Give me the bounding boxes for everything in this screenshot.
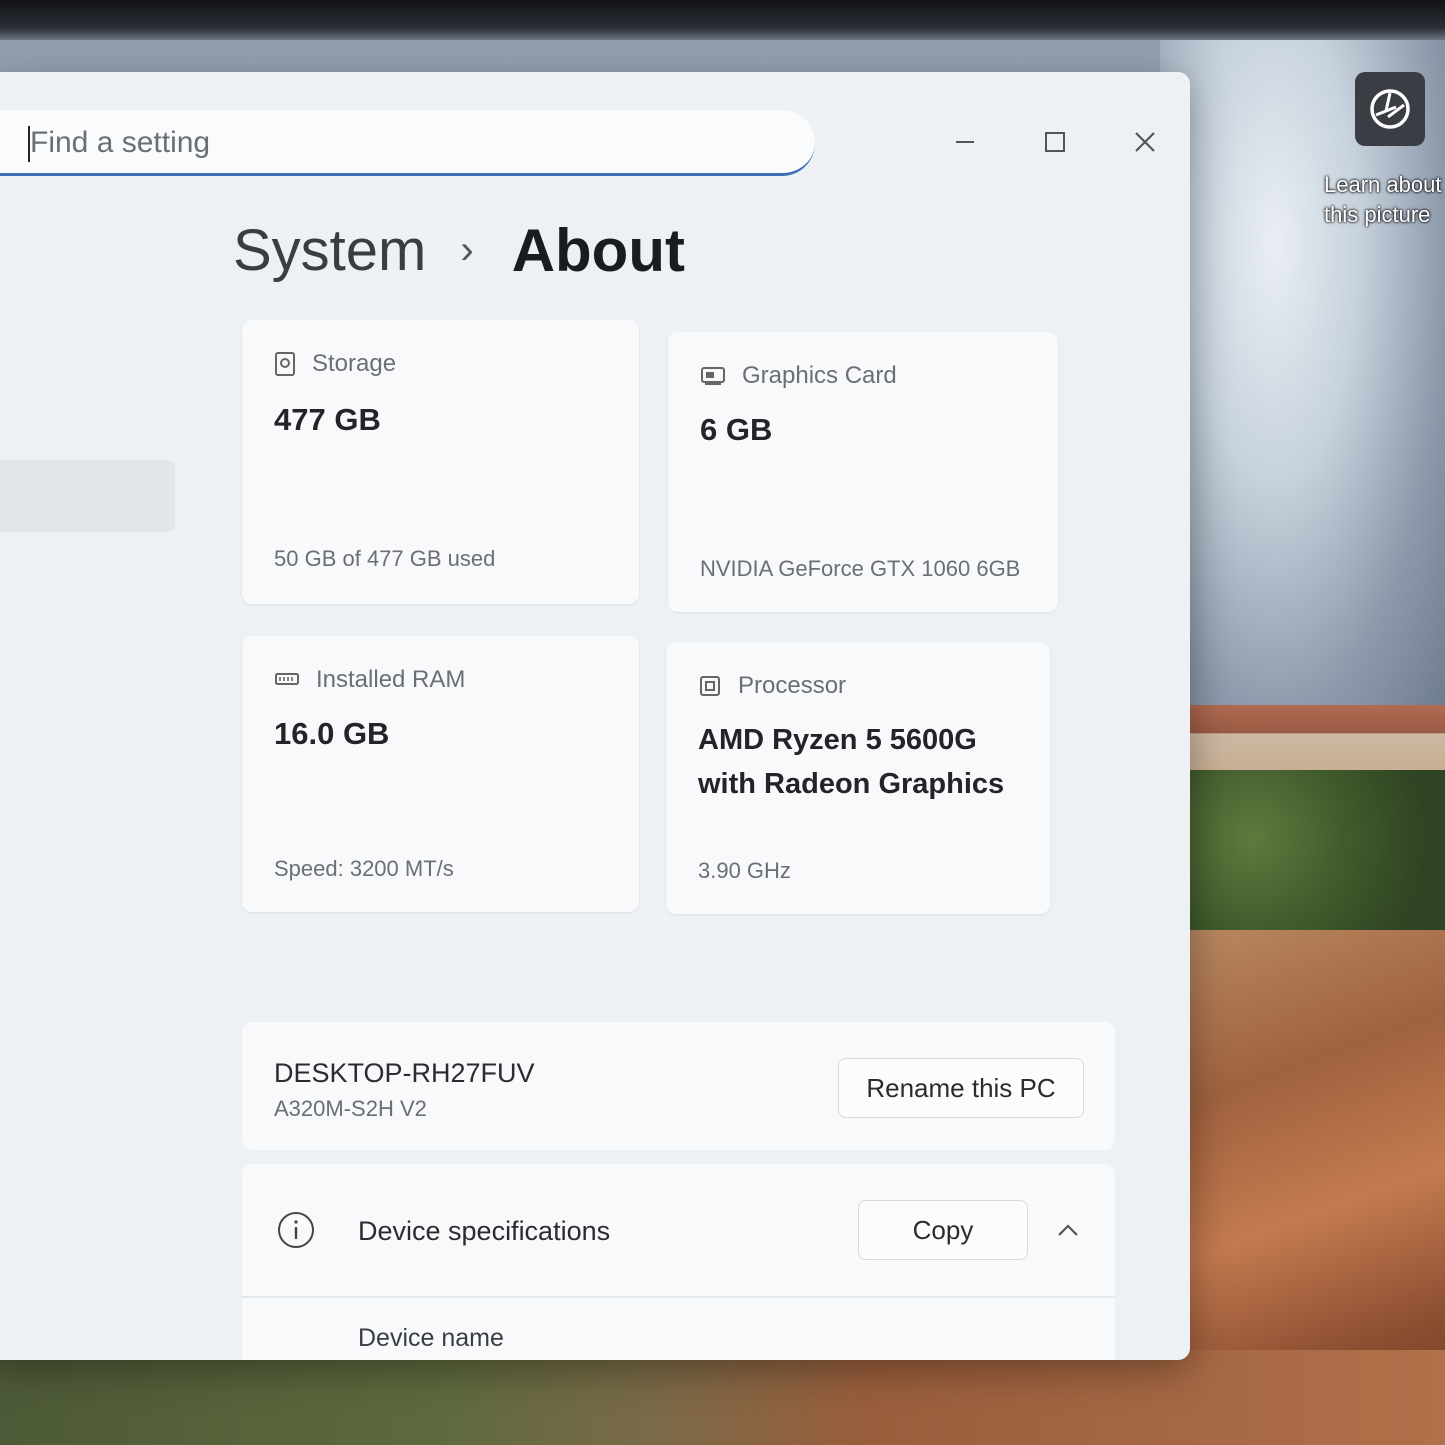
ram-value: 16.0 GB	[274, 716, 390, 751]
device-specifications-section: Device specifications Copy Device name	[242, 1164, 1115, 1360]
close-icon	[1135, 132, 1155, 152]
copy-button[interactable]: Copy	[858, 1200, 1028, 1260]
title-bar	[0, 72, 1190, 182]
pc-name: DESKTOP-RH27FUV	[274, 1058, 535, 1088]
breadcrumb-system[interactable]: System	[233, 217, 426, 284]
breadcrumb-separator: ›	[460, 227, 474, 272]
processor-card: Processor AMD Ryzen 5 5600G with Radeon …	[666, 642, 1050, 914]
processor-label: Processor	[738, 672, 847, 699]
wallpaper-building	[1172, 705, 1445, 775]
storage-label: Storage	[312, 350, 397, 377]
storage-icon	[275, 352, 295, 376]
ram-label: Installed RAM	[316, 666, 466, 693]
processor-value-line1: AMD Ryzen 5 5600G	[698, 724, 977, 756]
graphics-label: Graphics Card	[742, 362, 897, 389]
device-name-label: Device name	[358, 1324, 504, 1352]
device-name-row: DESKTOP-RH27FUV A320M-S2H V2 Rename this…	[242, 1022, 1115, 1150]
processor-icon	[700, 676, 720, 696]
minimize-icon	[956, 141, 974, 143]
graphics-card-card: Graphics Card 6 GB NVIDIA GeForce GTX 10…	[668, 332, 1058, 612]
chevron-up-icon	[1058, 1224, 1078, 1236]
search-input[interactable]	[28, 120, 732, 166]
storage-value: 477 GB	[274, 402, 381, 437]
specs-divider	[242, 1296, 1115, 1298]
rename-pc-button[interactable]: Rename this PC	[838, 1058, 1084, 1118]
wallpaper-valley	[0, 1350, 1445, 1445]
device-specifications-title[interactable]: Device specifications	[358, 1216, 610, 1247]
close-button[interactable]	[1115, 120, 1175, 164]
search-box[interactable]	[0, 110, 815, 176]
shortcut-label-line1: Learn about	[1324, 172, 1442, 197]
maximize-button[interactable]	[1025, 120, 1085, 164]
maximize-icon	[1045, 132, 1065, 152]
pc-model: A320M-S2H V2	[274, 1096, 427, 1121]
wallpaper-trees	[1170, 770, 1445, 940]
monitor-bezel	[0, 0, 1445, 40]
ram-card: Installed RAM 16.0 GB Speed: 3200 MT/s	[242, 636, 639, 912]
info-icon	[278, 1212, 314, 1248]
text-cursor	[28, 126, 30, 162]
graphics-detail: NVIDIA GeForce GTX 1060 6GB	[700, 556, 1021, 581]
learn-about-this-picture-shortcut[interactable]: Learn about this picture	[1318, 72, 1445, 232]
minimize-button[interactable]	[935, 120, 995, 164]
processor-value: AMD Ryzen 5 5600G with Radeon Graphics	[698, 718, 1004, 806]
processor-value-line2: with Radeon Graphics	[698, 768, 1005, 800]
graphics-value: 6 GB	[700, 412, 773, 447]
camera-lens-icon	[1355, 72, 1425, 146]
processor-detail: 3.90 GHz	[698, 858, 791, 883]
ram-detail: Speed: 3200 MT/s	[274, 856, 454, 881]
shortcut-label-line2: this picture	[1324, 202, 1431, 227]
settings-window: System › About Storage 477 GB 50 GB of 4…	[0, 72, 1190, 1360]
collapse-button[interactable]	[1048, 1210, 1088, 1250]
storage-detail: 50 GB of 477 GB used	[274, 546, 496, 571]
storage-card: Storage 477 GB 50 GB of 477 GB used	[242, 320, 639, 604]
breadcrumb: System › About	[233, 210, 685, 290]
graphics-card-icon	[701, 367, 725, 385]
shortcut-label: Learn about this picture	[1318, 170, 1445, 230]
sidebar-selected-item[interactable]	[0, 460, 175, 532]
page-title: About	[511, 216, 685, 284]
ram-icon	[275, 673, 299, 685]
